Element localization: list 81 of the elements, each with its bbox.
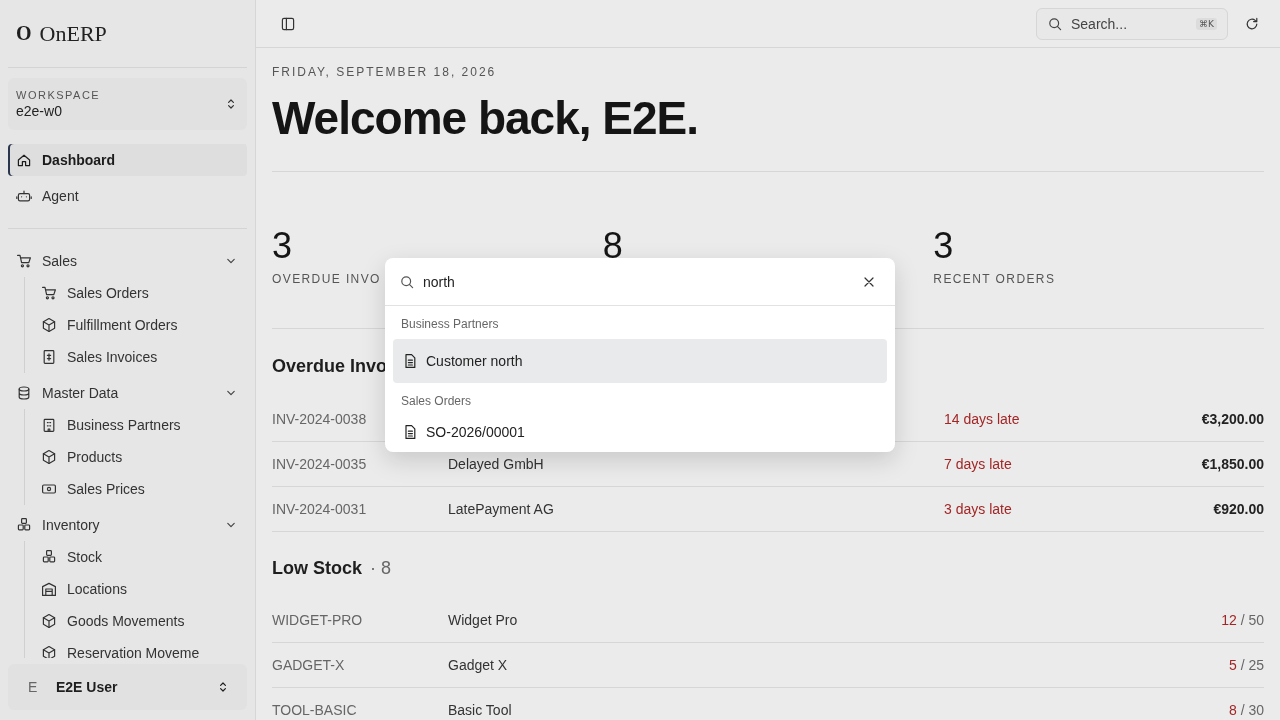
search-button[interactable]: Search... ⌘K	[1036, 7, 1228, 40]
user-name: E2E User	[56, 679, 119, 695]
table-cell-text: Gadget X	[448, 657, 509, 673]
user-menu[interactable]: E E2E User	[8, 664, 247, 710]
table-cell-text: INV-2024-0035	[272, 456, 368, 472]
table-cell-text: GADGET-X	[272, 657, 346, 673]
table-cell-text: Delayed GmbH	[448, 456, 545, 472]
logo-mark: O	[16, 22, 32, 45]
boxes-icon	[16, 517, 32, 533]
nav-group-header[interactable]: Sales	[8, 245, 247, 277]
nav-group-header[interactable]: Master Data	[8, 377, 247, 409]
nav-item[interactable]: Reservation Moveme	[33, 637, 247, 658]
table-cell-text: INV-2024-0031	[272, 501, 368, 517]
date-label: FRIDAY, SEPTEMBER 18, 2026	[272, 65, 498, 79]
building-icon	[41, 417, 57, 433]
stat-label: OVERDUE INVO	[272, 272, 381, 286]
nav-item[interactable]: Products	[33, 441, 247, 473]
document-icon	[402, 353, 418, 369]
nav-item[interactable]: Sales Prices	[33, 473, 247, 505]
result-group-label: Business Partners	[400, 316, 500, 333]
box-icon	[41, 613, 57, 629]
nav-group-header[interactable]: Inventory	[8, 509, 247, 541]
nav-item[interactable]: Sales Invoices	[33, 341, 247, 373]
box-icon	[41, 317, 57, 333]
result-group-label: Sales Orders	[400, 393, 473, 410]
warehouse-icon	[41, 581, 57, 597]
robot-icon	[16, 188, 32, 204]
section-title: Low Stock	[272, 558, 362, 579]
refresh-icon	[1244, 15, 1260, 32]
workspace-switcher[interactable]: WORKSPACE e2e-w0	[8, 78, 247, 130]
stat-value: 3	[272, 226, 294, 266]
table-cell-text: 3 days late	[944, 501, 1013, 517]
table-cell-text: LatePayment AG	[448, 501, 555, 517]
box-icon	[41, 449, 57, 465]
nav-item[interactable]: Business Partners	[33, 409, 247, 441]
search-result[interactable]: SO-2026/00001	[393, 416, 887, 448]
cart-icon	[41, 285, 57, 301]
table-cell-text: €3,200.00	[1200, 411, 1264, 427]
table-cell-text: Basic Tool	[448, 702, 513, 718]
stat-value: 8	[602, 226, 624, 266]
stat-value: 3	[933, 226, 955, 266]
table-cell-text: INV-2024-0038	[272, 411, 368, 427]
receipt-icon	[41, 349, 57, 365]
nav-item[interactable]: Fulfillment Orders	[33, 309, 247, 341]
welcome-heading: Welcome back, E2E.	[272, 91, 1264, 172]
banknote-icon	[41, 481, 57, 497]
table-cell: 5 / 25	[1228, 657, 1264, 673]
section-count: · 8	[370, 558, 392, 579]
nav-item[interactable]: Dashboard	[8, 144, 247, 176]
table-cell: 12 / 50	[1221, 612, 1264, 628]
nav-item[interactable]: Agent	[8, 180, 247, 212]
boxes-icon	[41, 549, 57, 565]
table-cell: 8 / 30	[1228, 702, 1264, 718]
cart-icon	[16, 253, 32, 269]
search-icon	[1047, 15, 1063, 32]
workspace-name: e2e-w0	[16, 103, 63, 119]
table-cell-text: TOOL-BASIC	[272, 702, 358, 718]
search-icon	[399, 273, 415, 290]
nav-item[interactable]: Sales Orders	[33, 277, 247, 309]
table-cell-text: €920.00	[1212, 501, 1264, 517]
brand-name: OnERP	[39, 20, 107, 47]
section-title: Overdue Invo	[272, 356, 388, 377]
nav-item[interactable]: Stock	[33, 541, 247, 573]
table-cell-text: WIDGET-PRO	[272, 612, 364, 628]
box-icon	[41, 645, 57, 658]
workspace-label: WORKSPACE	[16, 89, 102, 101]
user-avatar: E	[28, 679, 39, 695]
stat-label: RECENT ORDERS	[933, 272, 1056, 286]
table-cell-text: 14 days late	[944, 411, 1021, 427]
shortcut-hint: ⌘K	[1196, 17, 1217, 30]
table-cell-text: Widget Pro	[448, 612, 519, 628]
search-input[interactable]: north	[423, 273, 849, 290]
nav-item[interactable]: Locations	[33, 573, 247, 605]
table-cell-text: €1,850.00	[1200, 456, 1264, 472]
sidebar-toggle-icon	[280, 15, 296, 32]
home-icon	[16, 152, 32, 168]
database-icon	[16, 385, 32, 401]
nav-item[interactable]: Goods Movements	[33, 605, 247, 637]
document-icon	[402, 424, 418, 440]
table-cell-text: 7 days late	[944, 456, 1013, 472]
search-result[interactable]: Customer north	[393, 339, 887, 383]
